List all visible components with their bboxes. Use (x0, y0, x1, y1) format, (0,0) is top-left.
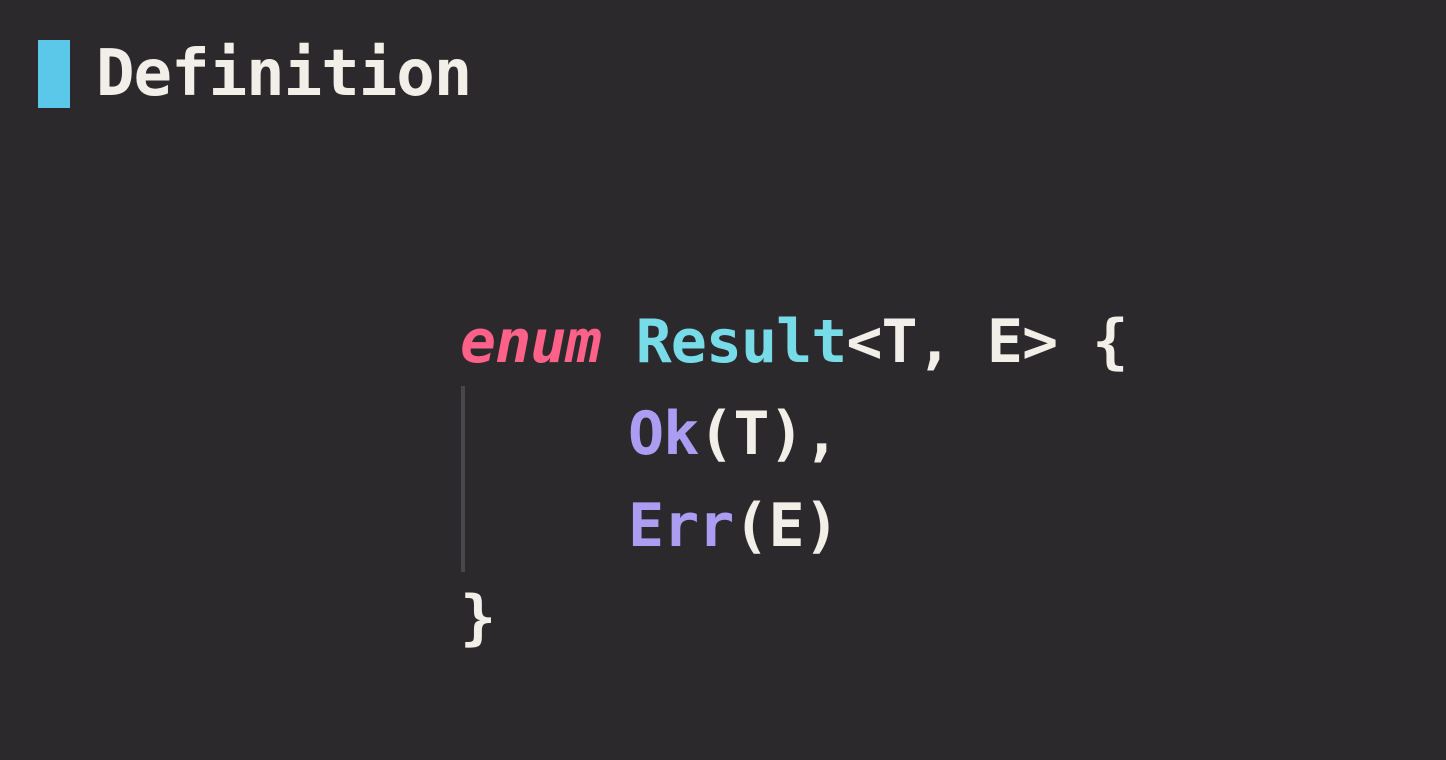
accent-bar (38, 40, 70, 108)
type-name-result: Result (635, 307, 848, 377)
type-generics: <T, E> { (846, 307, 1128, 377)
slide-heading: Definition (38, 37, 472, 111)
variant-ok-payload: (T), (698, 399, 839, 469)
variant-err-payload: (E) (733, 491, 839, 561)
keyword-enum: enum (460, 307, 601, 377)
variant-ok: Ok (628, 399, 699, 469)
code-line-err-variant: Err(E) (460, 492, 1127, 584)
closing-brace: } (460, 583, 496, 653)
code-block: enum Result<T, E> { Ok(T), Err(E) } (460, 307, 1128, 676)
slide: Definition enum Result<T, E> { Ok(T), Er… (0, 0, 1446, 760)
code-line-enum-declaration: enum Result<T, E> { (460, 307, 1128, 400)
variant-err: Err (628, 491, 734, 561)
page-title: Definition (96, 37, 472, 111)
code-line-ok-variant: Ok(T), (460, 400, 1127, 492)
code-line-closing-brace: } (460, 584, 1127, 676)
